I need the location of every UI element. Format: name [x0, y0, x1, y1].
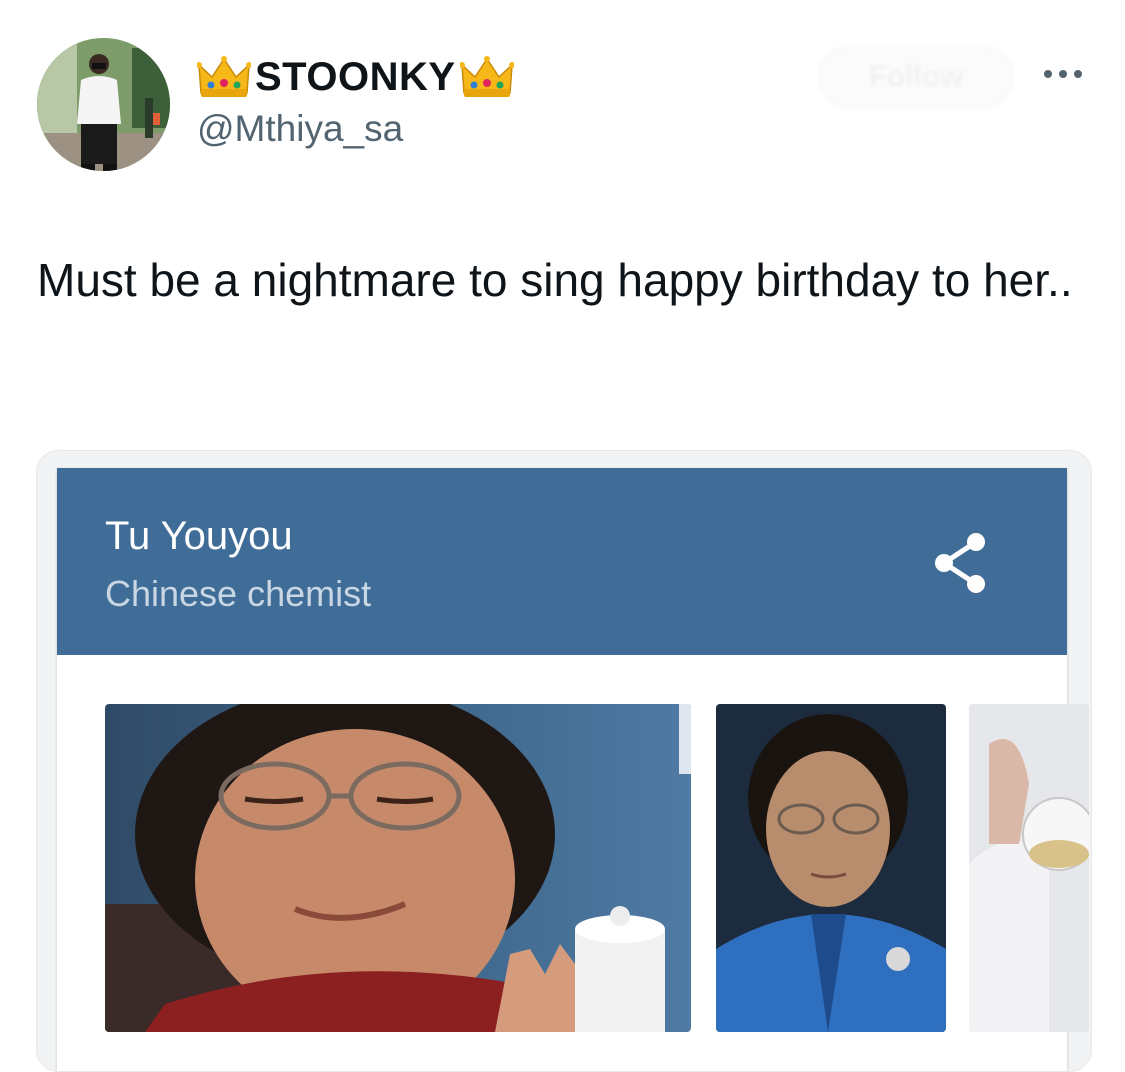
author-avatar[interactable] — [37, 38, 170, 171]
tweet-media[interactable]: Tu Youyou Chinese chemist — [36, 450, 1092, 1072]
knowledge-panel-subtitle: Chinese chemist — [105, 573, 372, 614]
tweet-text: Must be a nightmare to sing happy birthd… — [37, 254, 1073, 306]
more-horizontal-icon[interactable] — [1040, 64, 1086, 84]
knowledge-panel-title: Tu Youyou — [105, 514, 293, 558]
crown-icon — [458, 55, 515, 99]
avatar-photo — [37, 38, 170, 171]
portrait-photo — [105, 704, 691, 1032]
follow-button[interactable]: Follow — [818, 46, 1014, 108]
author-handle[interactable]: @Mthiya_sa — [197, 110, 403, 147]
knowledge-panel-images — [57, 655, 1089, 1071]
lab-photo — [969, 704, 1089, 1032]
display-name-row[interactable]: STOONKY — [196, 52, 515, 102]
knowledge-panel-header: Tu Youyou Chinese chemist — [57, 468, 1067, 655]
knowledge-panel: Tu Youyou Chinese chemist — [57, 468, 1089, 1071]
share-icon — [930, 530, 990, 596]
crown-icon — [196, 55, 252, 99]
portrait-photo — [716, 704, 946, 1032]
author-display-name[interactable]: STOONKY — [255, 57, 456, 97]
